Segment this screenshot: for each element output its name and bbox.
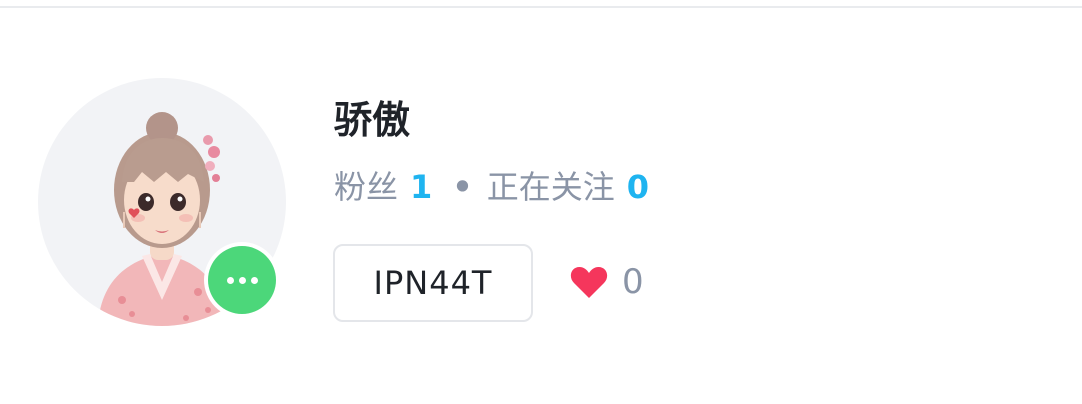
following-label[interactable]: 正在关注 — [487, 168, 615, 206]
dot — [238, 276, 246, 284]
more-dots-icon[interactable] — [208, 246, 276, 314]
username: 骄傲 — [334, 98, 411, 142]
top-divider — [0, 6, 1082, 8]
following-count[interactable]: 0 — [627, 168, 649, 206]
followers-count[interactable]: 1 — [410, 168, 432, 206]
status-badge[interactable] — [204, 242, 280, 318]
likes-count: 0 — [622, 262, 644, 302]
dots — [226, 276, 258, 284]
heart-icon — [570, 265, 608, 299]
stats-separator: • — [452, 168, 473, 206]
profile-avatar-container[interactable] — [38, 78, 286, 326]
dot — [250, 276, 258, 284]
dot — [226, 276, 234, 284]
user-code-chip[interactable]: IPN44T — [333, 244, 533, 322]
followers-label[interactable]: 粉丝 — [334, 168, 398, 206]
follow-stats: 粉丝 1 • 正在关注 0 — [334, 168, 649, 206]
likes: 0 — [570, 262, 644, 302]
